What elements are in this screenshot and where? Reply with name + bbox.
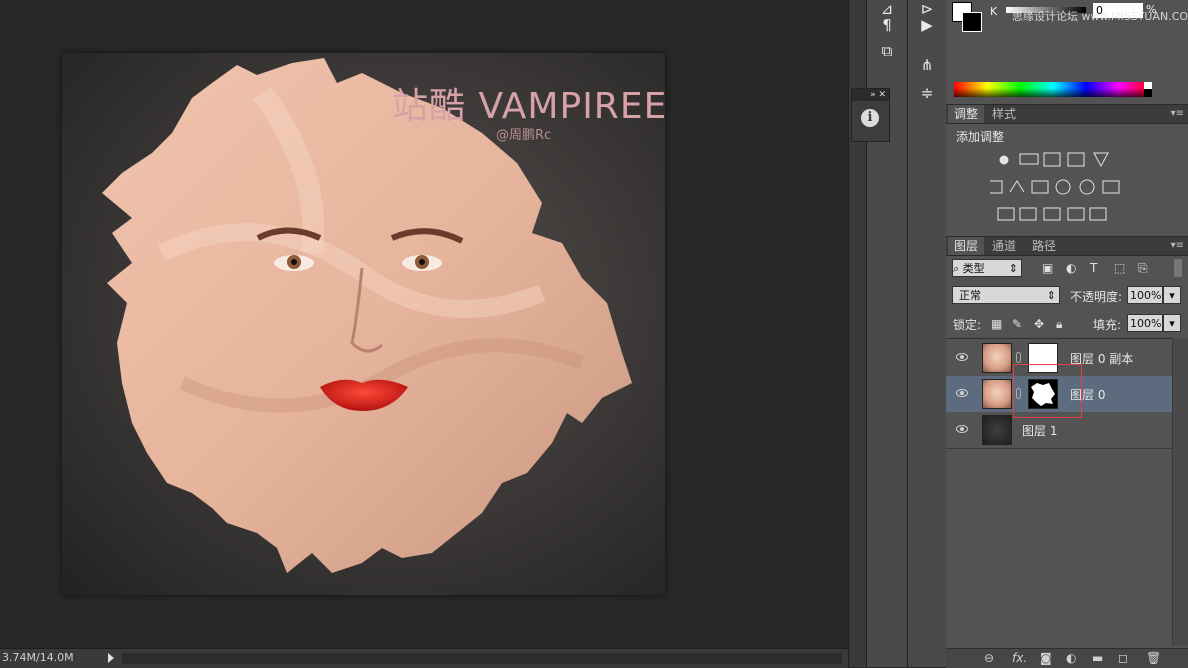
fill-dropdown-icon[interactable]: ▾ xyxy=(1163,314,1181,332)
adjustment-filter-icon[interactable]: ◐ xyxy=(1066,261,1076,275)
3d-icon[interactable]: ⧉ xyxy=(876,42,898,60)
divider xyxy=(946,338,1188,339)
properties-icon[interactable]: ≑ xyxy=(916,84,938,102)
new-adjustment-layer-icon[interactable]: ◐ xyxy=(1066,651,1076,665)
visibility-eye-icon[interactable] xyxy=(956,353,968,361)
mask-link-icon[interactable] xyxy=(1016,352,1021,363)
channel-mixer-icon xyxy=(1079,179,1095,195)
black-swatch[interactable] xyxy=(1144,89,1152,97)
photo-filter-icon xyxy=(1055,179,1071,195)
layer-thumbnail xyxy=(982,415,1012,445)
color-balance-icon xyxy=(1009,180,1025,193)
background-color-swatch[interactable] xyxy=(962,12,982,32)
tab-styles[interactable]: 样式 xyxy=(986,105,1022,123)
canvas-area[interactable]: 站酷 VAMPIREE @周鹏Rc xyxy=(0,0,848,648)
curves-icon xyxy=(1043,152,1061,167)
new-layer-icon[interactable]: ◻ xyxy=(1118,651,1128,665)
artwork-author: @周鹏Rc xyxy=(496,128,552,143)
artwork xyxy=(102,58,632,573)
info-mini-panel: » ✕ i xyxy=(851,88,890,142)
tab-paths[interactable]: 路径 xyxy=(1026,237,1062,255)
smart-object-filter-icon[interactable]: ⎘ xyxy=(1138,261,1148,276)
new-group-icon[interactable]: ▬ xyxy=(1092,651,1103,665)
artwork-title: 站酷 VAMPIREE xyxy=(392,86,668,127)
info-icon[interactable]: i xyxy=(861,109,879,127)
paragraph-icon[interactable]: ¶ xyxy=(876,16,898,34)
layers-panel-menu-icon[interactable]: ▾≡ xyxy=(1171,240,1184,251)
white-swatch[interactable] xyxy=(1144,82,1152,89)
lock-all-icon[interactable]: 🔒︎ xyxy=(1056,317,1062,332)
tool-presets-icon[interactable]: ⋔ xyxy=(916,56,938,74)
link-layers-icon[interactable]: ⊖ xyxy=(984,651,994,665)
visibility-eye-icon[interactable] xyxy=(956,389,968,397)
adjustments-tabbar: 调整 样式 ▾≡ xyxy=(946,104,1188,124)
updown-icon: ⇕ xyxy=(1046,289,1056,302)
layer-thumbnail xyxy=(982,343,1012,373)
tab-layers[interactable]: 图层 xyxy=(948,237,985,255)
lock-label: 锁定: xyxy=(953,318,982,332)
color-lookup-icon xyxy=(1102,180,1120,194)
exposure-icon xyxy=(1067,152,1085,167)
skin-splash xyxy=(102,58,632,573)
layer-style-fx-icon[interactable]: fx. xyxy=(1012,651,1027,665)
invert-icon xyxy=(997,207,1015,221)
delete-layer-icon[interactable]: 🗑︎ xyxy=(1146,651,1161,665)
opacity-field[interactable]: 100% xyxy=(1127,286,1163,304)
add-mask-icon[interactable]: ◙ xyxy=(1040,651,1052,665)
pixel-filter-icon[interactable]: ▣ xyxy=(1042,261,1053,275)
mini-panel-header[interactable]: » ✕ xyxy=(852,89,889,101)
threshold-icon xyxy=(1043,207,1061,221)
status-menu-arrow-icon[interactable] xyxy=(108,653,114,663)
tab-channels[interactable]: 通道 xyxy=(986,237,1022,255)
layers-tabbar: 图层 通道 路径 ▾≡ xyxy=(946,236,1188,256)
search-icon: ⌕ xyxy=(953,262,963,275)
right-panel-dock xyxy=(946,0,1188,667)
type-filter-icon[interactable]: T xyxy=(1090,261,1097,275)
filter-toggle[interactable] xyxy=(1174,259,1182,277)
updown-icon: ⇕ xyxy=(1008,262,1018,275)
black-white-icon xyxy=(1031,180,1049,194)
lock-transparent-icon[interactable]: ▦ xyxy=(991,317,1002,331)
color-spectrum-bar[interactable] xyxy=(954,82,1152,97)
brightness-icon xyxy=(999,155,1009,165)
layer-filter-select[interactable]: ⌕ 类型 ⇕ xyxy=(952,259,1022,277)
hue-saturation-icon xyxy=(990,180,1003,194)
fill-field[interactable]: 100% xyxy=(1127,314,1163,332)
opacity-label: 不透明度: xyxy=(1070,290,1123,304)
status-bar: 3.74M/14.0M xyxy=(0,648,848,668)
blend-mode-select[interactable]: 正常 ⇕ xyxy=(952,286,1060,304)
collapsed-panel-strip-2: ⊳ ▶ ⋔ ≑ xyxy=(907,0,947,667)
adjustment-icons xyxy=(990,152,1120,221)
lock-image-icon[interactable]: ✎ xyxy=(1012,317,1022,331)
levels-icon xyxy=(1019,153,1039,165)
layers-scrollbar[interactable] xyxy=(1172,338,1188,646)
layer-name[interactable]: 图层 1 xyxy=(1022,422,1057,439)
add-adjustment-heading: 添加调整 xyxy=(956,130,1005,144)
horizontal-scrollbar[interactable] xyxy=(122,653,842,664)
fill-label: 填充: xyxy=(1093,318,1122,332)
layers-bottom-bar: ⊖ fx. ◙ ◐ ▬ ◻ 🗑︎ xyxy=(946,648,1188,668)
gradient-map-icon xyxy=(1089,207,1107,221)
doc-size-readout: 3.74M/14.0M xyxy=(2,651,74,664)
actions-play-icon[interactable]: ▶ xyxy=(916,16,938,34)
highlight-annotation-box xyxy=(1013,364,1082,418)
selective-color-icon xyxy=(1067,207,1085,221)
layer-thumbnail xyxy=(982,379,1012,409)
vibrance-icon xyxy=(1093,152,1109,168)
watermark: 思缘设计论坛 www.MISSYUAN.COM xyxy=(1012,10,1188,23)
shape-filter-icon[interactable]: ⬚ xyxy=(1114,261,1125,275)
posterize-icon xyxy=(1019,207,1037,221)
opacity-dropdown-icon[interactable]: ▾ xyxy=(1163,286,1181,304)
lock-position-icon[interactable]: ✥ xyxy=(1034,317,1044,331)
tab-adjustments[interactable]: 调整 xyxy=(948,105,985,123)
channel-k-label: K xyxy=(990,5,998,18)
panel-menu-icon[interactable]: ▾≡ xyxy=(1171,108,1184,119)
visibility-eye-icon[interactable] xyxy=(956,425,968,433)
document-canvas[interactable] xyxy=(62,53,665,595)
